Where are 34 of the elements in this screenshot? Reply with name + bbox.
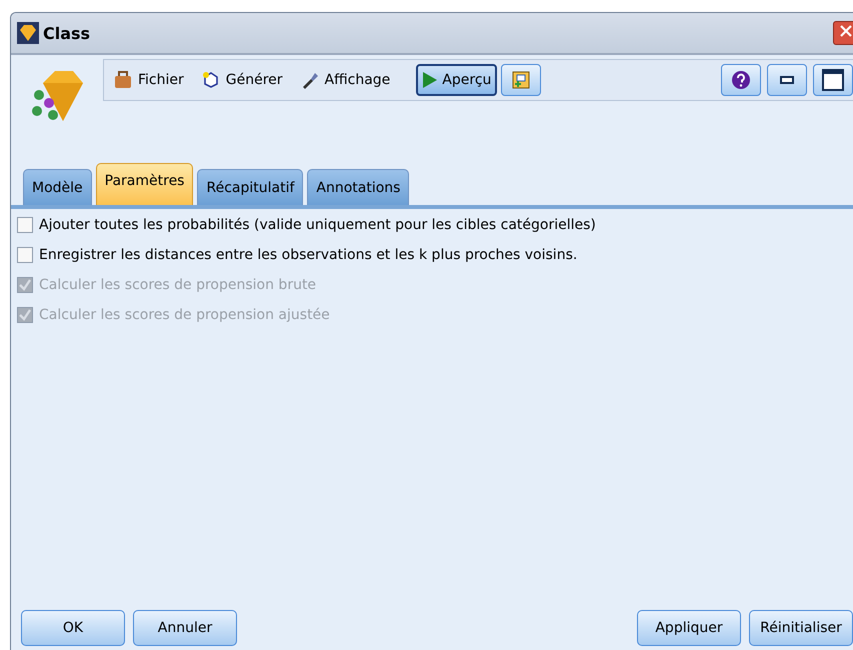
diamond-icon [17,22,39,44]
tab[interactable]: Paramètres [96,163,194,205]
tab[interactable]: Modèle [23,169,92,205]
table-add-icon [511,70,532,90]
close-icon [840,25,852,37]
minimize-button[interactable] [767,64,807,96]
minimize-icon [780,76,794,84]
menu-item[interactable]: Fichier [110,69,194,91]
close-button[interactable] [833,21,853,45]
checkbox[interactable] [17,217,33,233]
checkbox-label: Ajouter toutes les probabilités (valide uniquement pour les cibles catégorielles) [39,217,596,233]
checkbox-label: Calculer les scores de propension brute [39,277,316,293]
preview-button[interactable]: Aperçu [416,64,498,96]
cancel-button[interactable]: Annuler [133,610,237,646]
flashlight-icon [300,71,319,89]
menu-item[interactable]: Affichage [296,69,400,91]
maximize-button[interactable] [813,64,853,96]
apply-button[interactable]: Appliquer [637,610,741,646]
window-title: Class [43,24,92,42]
tab[interactable]: Annotations [307,169,410,205]
briefcase-icon [114,71,132,89]
help-button[interactable] [721,64,761,96]
ok-button[interactable]: OK [21,610,125,646]
menu-item[interactable]: Générer [198,69,293,91]
checkbox[interactable] [17,247,33,263]
hexagon-icon [202,71,220,89]
insert-button[interactable] [501,64,542,96]
reset-button[interactable]: Réinitialiser [749,610,853,646]
checkbox-label: Calculer les scores de propension ajustée [39,307,330,323]
play-icon [422,71,438,89]
checkbox-label: Enregistrer les distances entre les observations et les k plus proches voisins. [39,247,578,263]
maximize-icon [822,69,844,91]
help-icon [731,70,751,90]
tab[interactable]: Récapitulatif [197,169,304,205]
